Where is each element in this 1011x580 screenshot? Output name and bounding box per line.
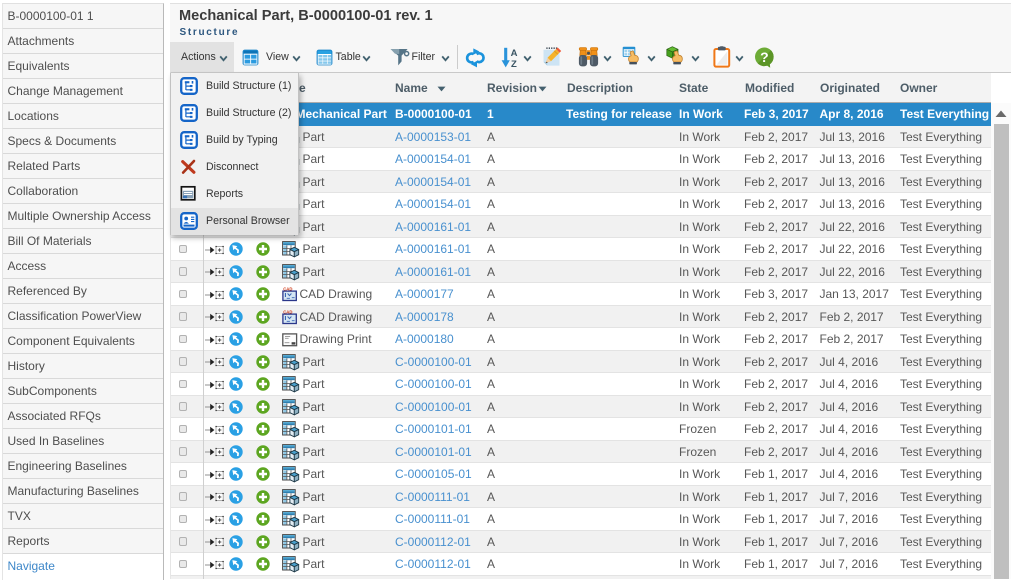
svg-text:A: A [510,48,517,59]
svg-text:Z: Z [511,59,517,69]
svg-text:?: ? [760,48,769,64]
